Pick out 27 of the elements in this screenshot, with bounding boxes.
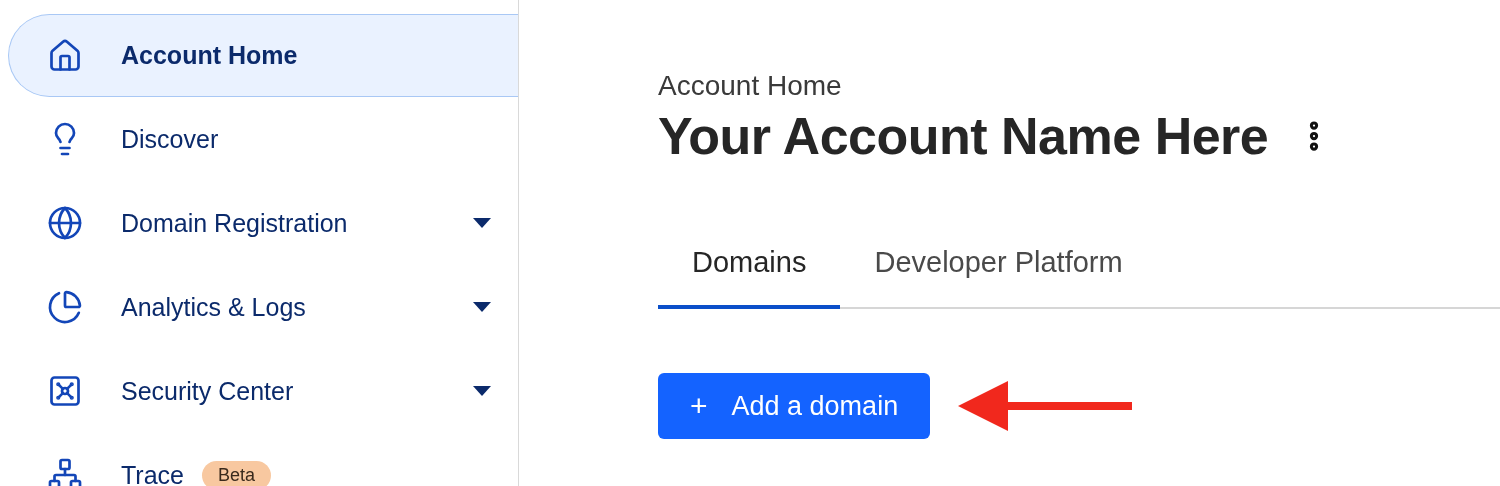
- sidebar-item[interactable]: Security Center: [8, 349, 518, 433]
- tab[interactable]: Domains: [658, 238, 841, 309]
- pie-chart-icon: [47, 289, 83, 325]
- globe-icon: [47, 205, 83, 241]
- sidebar-label: Domain Registration: [121, 208, 348, 238]
- sidebar-label: Discover: [121, 124, 219, 154]
- sidebar-label: Security Center: [121, 376, 294, 406]
- sidebar-label: Account Home: [121, 41, 298, 70]
- caret-icon[interactable]: [473, 386, 491, 396]
- breadcrumb: Account Home: [658, 70, 843, 102]
- sidebar-item[interactable]: Discover: [8, 97, 518, 181]
- sidebar-item[interactable]: Analytics & Logs: [8, 265, 518, 349]
- tab[interactable]: Developer Platform: [840, 238, 1157, 309]
- safe-icon: [47, 373, 83, 409]
- hierarchy-icon: [47, 457, 83, 486]
- sidebar-item[interactable]: Domain Registration: [8, 181, 518, 265]
- caret-icon[interactable]: [473, 302, 491, 312]
- arrow-icon: [958, 381, 1135, 431]
- sidebar-item[interactable]: Account Home: [8, 14, 518, 97]
- caret-icon[interactable]: [473, 218, 491, 228]
- sidebar-label: Analytics & Logs: [121, 292, 306, 322]
- sidebar-label: Trace: [121, 460, 184, 486]
- sidebar-item[interactable]: Trace Beta: [8, 433, 518, 486]
- beta-badge: Beta: [202, 460, 271, 486]
- add-domain-button[interactable]: + Add a domain: [658, 373, 931, 439]
- home-icon: [47, 37, 83, 74]
- page-title: Your Account Name Here: [658, 106, 1269, 166]
